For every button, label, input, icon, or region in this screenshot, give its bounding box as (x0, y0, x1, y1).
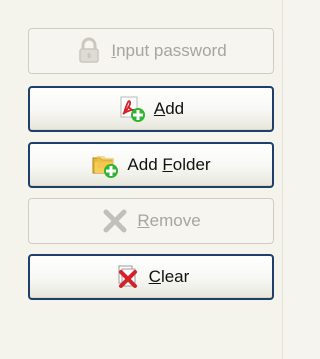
input-password-label: Input password (111, 41, 227, 60)
clear-icon (113, 263, 141, 291)
folder-add-icon (91, 151, 119, 179)
input-password-button: Input password (28, 28, 274, 74)
pdf-add-icon (118, 95, 146, 123)
add-folder-label: Add Folder (127, 155, 211, 174)
clear-button[interactable]: Clear (28, 254, 274, 300)
remove-label: Remove (137, 211, 201, 230)
add-button[interactable]: Add (28, 86, 274, 132)
button-panel: Input password Add Add Folder Remove Cle… (0, 0, 283, 359)
clear-label: Clear (148, 267, 190, 286)
add-label: Add (153, 99, 185, 118)
remove-x-icon (101, 207, 129, 235)
padlock-icon (75, 37, 103, 65)
add-folder-button[interactable]: Add Folder (28, 142, 274, 188)
remove-button: Remove (28, 198, 274, 244)
